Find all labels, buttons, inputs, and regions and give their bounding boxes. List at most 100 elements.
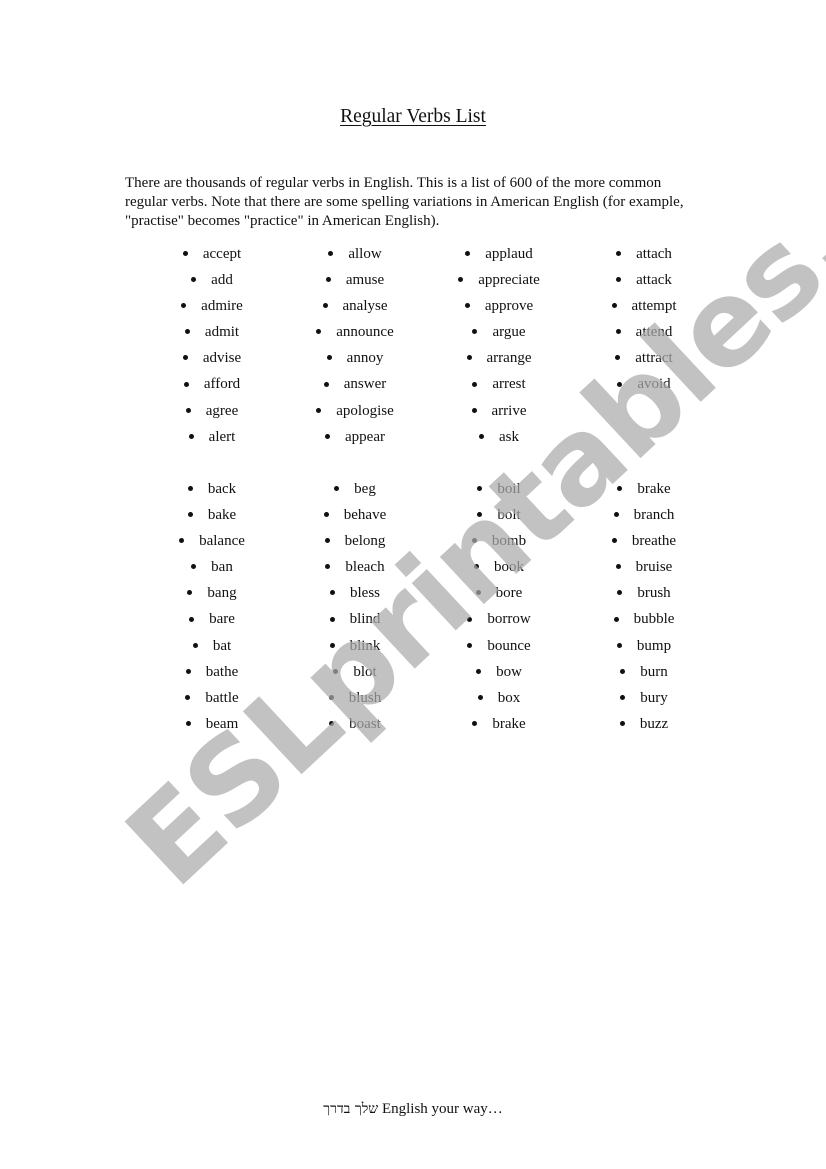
bullet-icon — [615, 564, 621, 570]
verb-list-item: bury — [569, 685, 719, 711]
verb-list-item: bow — [424, 659, 574, 685]
bullet-icon — [620, 668, 626, 674]
verb-text: balance — [199, 533, 245, 550]
bullet-icon — [324, 538, 330, 544]
bullet-icon — [182, 251, 188, 257]
bullet-icon — [617, 590, 623, 596]
verb-list-item: bolt — [424, 502, 574, 528]
verb-text: announce — [336, 324, 394, 341]
verb-list-item: ask — [424, 424, 574, 450]
verb-list-item: blind — [280, 606, 430, 632]
bullet-icon — [467, 616, 473, 622]
bullet-icon — [333, 668, 339, 674]
bullet-icon — [465, 251, 471, 257]
bullet-icon — [613, 512, 619, 518]
verb-list-item: appear — [280, 424, 430, 450]
bullet-icon — [477, 486, 483, 492]
verb-text: brake — [492, 715, 526, 732]
verb-list-item: brake — [569, 476, 719, 502]
verb-list-item: bubble — [569, 606, 719, 632]
verb-list-item: balance — [137, 528, 287, 554]
verb-list-item: battle — [137, 685, 287, 711]
verb-list-item: box — [424, 685, 574, 711]
verb-list-item: bleach — [280, 554, 430, 580]
verb-list-item: attract — [569, 345, 719, 371]
verb-text: ban — [211, 559, 233, 576]
verb-text: apologise — [336, 402, 394, 419]
bullet-icon — [476, 668, 482, 674]
verb-text: advise — [202, 350, 242, 367]
verb-list-item: bake — [137, 502, 287, 528]
verb-list-item: announce — [280, 319, 430, 345]
verb-text: bare — [209, 611, 235, 628]
bullet-icon — [192, 642, 198, 648]
verb-text: behave — [343, 507, 387, 524]
verb-text: attract — [635, 350, 673, 367]
verb-list-item: attempt — [569, 293, 719, 319]
verb-list-item: boil — [424, 476, 574, 502]
verb-list-item: blot — [280, 659, 430, 685]
verb-list-item: arrive — [424, 398, 574, 424]
verb-list-item: applaud — [424, 241, 574, 267]
verb-text: alert — [208, 428, 236, 445]
verb-column: back bake balance ban bang bare bat bathe battle… — [137, 476, 287, 737]
verb-list-item: branch — [569, 502, 719, 528]
verb-list-item: bless — [280, 580, 430, 606]
bullet-icon — [467, 642, 473, 648]
verb-list-item: belong — [280, 528, 430, 554]
bullet-icon — [474, 564, 479, 570]
verb-text: bolt — [497, 507, 521, 524]
verb-list-item: accept — [137, 241, 287, 267]
verb-list-item: behave — [280, 502, 430, 528]
bullet-icon — [464, 303, 470, 309]
verb-text: attach — [636, 246, 672, 262]
bullet-icon — [475, 590, 481, 596]
verb-text: bomb — [491, 533, 527, 550]
verb-text: blind — [349, 611, 381, 628]
bullet-icon — [615, 329, 621, 335]
bullet-icon — [189, 616, 195, 622]
verb-list-item: argue — [424, 319, 574, 345]
verb-column: attach attack attempt attend attract avoid — [569, 241, 719, 398]
verb-text: agree — [205, 402, 239, 419]
bullet-icon — [316, 407, 322, 413]
footer: שלך בדרך English your way… — [0, 1101, 826, 1118]
verb-list-item: back — [137, 476, 287, 502]
bullet-icon — [472, 720, 478, 726]
verb-text: back — [207, 481, 237, 497]
verb-list-item: buzz — [569, 711, 719, 737]
bullet-icon — [187, 486, 193, 492]
bullet-icon — [191, 277, 197, 283]
verb-list-item: bat — [137, 633, 287, 659]
bullet-icon — [615, 355, 621, 361]
verb-text: bore — [495, 585, 523, 602]
bullet-icon — [182, 355, 188, 361]
bullet-icon — [329, 720, 335, 726]
bullet-icon — [188, 433, 194, 439]
verb-text: arrive — [491, 402, 527, 419]
bullet-icon — [185, 720, 191, 726]
verb-list-item: breathe — [569, 528, 719, 554]
verb-column: allow amuse analyse announce annoy answer apol… — [280, 241, 430, 450]
verb-text: argue — [492, 324, 526, 341]
verb-text: approve — [484, 298, 534, 315]
bullet-icon — [616, 277, 622, 283]
verb-text: battle — [205, 689, 239, 706]
verb-text: bang — [207, 585, 237, 602]
verb-text: annoy — [346, 350, 384, 367]
verb-list-item: analyse — [280, 293, 430, 319]
bullet-icon — [329, 616, 335, 622]
verb-text: breathe — [631, 533, 677, 550]
bullet-icon — [616, 642, 622, 648]
bullet-icon — [611, 538, 617, 544]
verb-text: borrow — [487, 611, 531, 628]
verb-text: admit — [204, 324, 240, 341]
verb-list-item: bathe — [137, 659, 287, 685]
bullet-icon — [477, 694, 483, 700]
bullet-icon — [322, 303, 328, 309]
verb-text: bump — [636, 637, 672, 654]
verb-text: analyse — [342, 298, 388, 315]
bullet-icon — [185, 694, 191, 700]
verb-column: beg behave belong bleach bless blind blink blot… — [280, 476, 430, 737]
verb-list-item: bump — [569, 633, 719, 659]
